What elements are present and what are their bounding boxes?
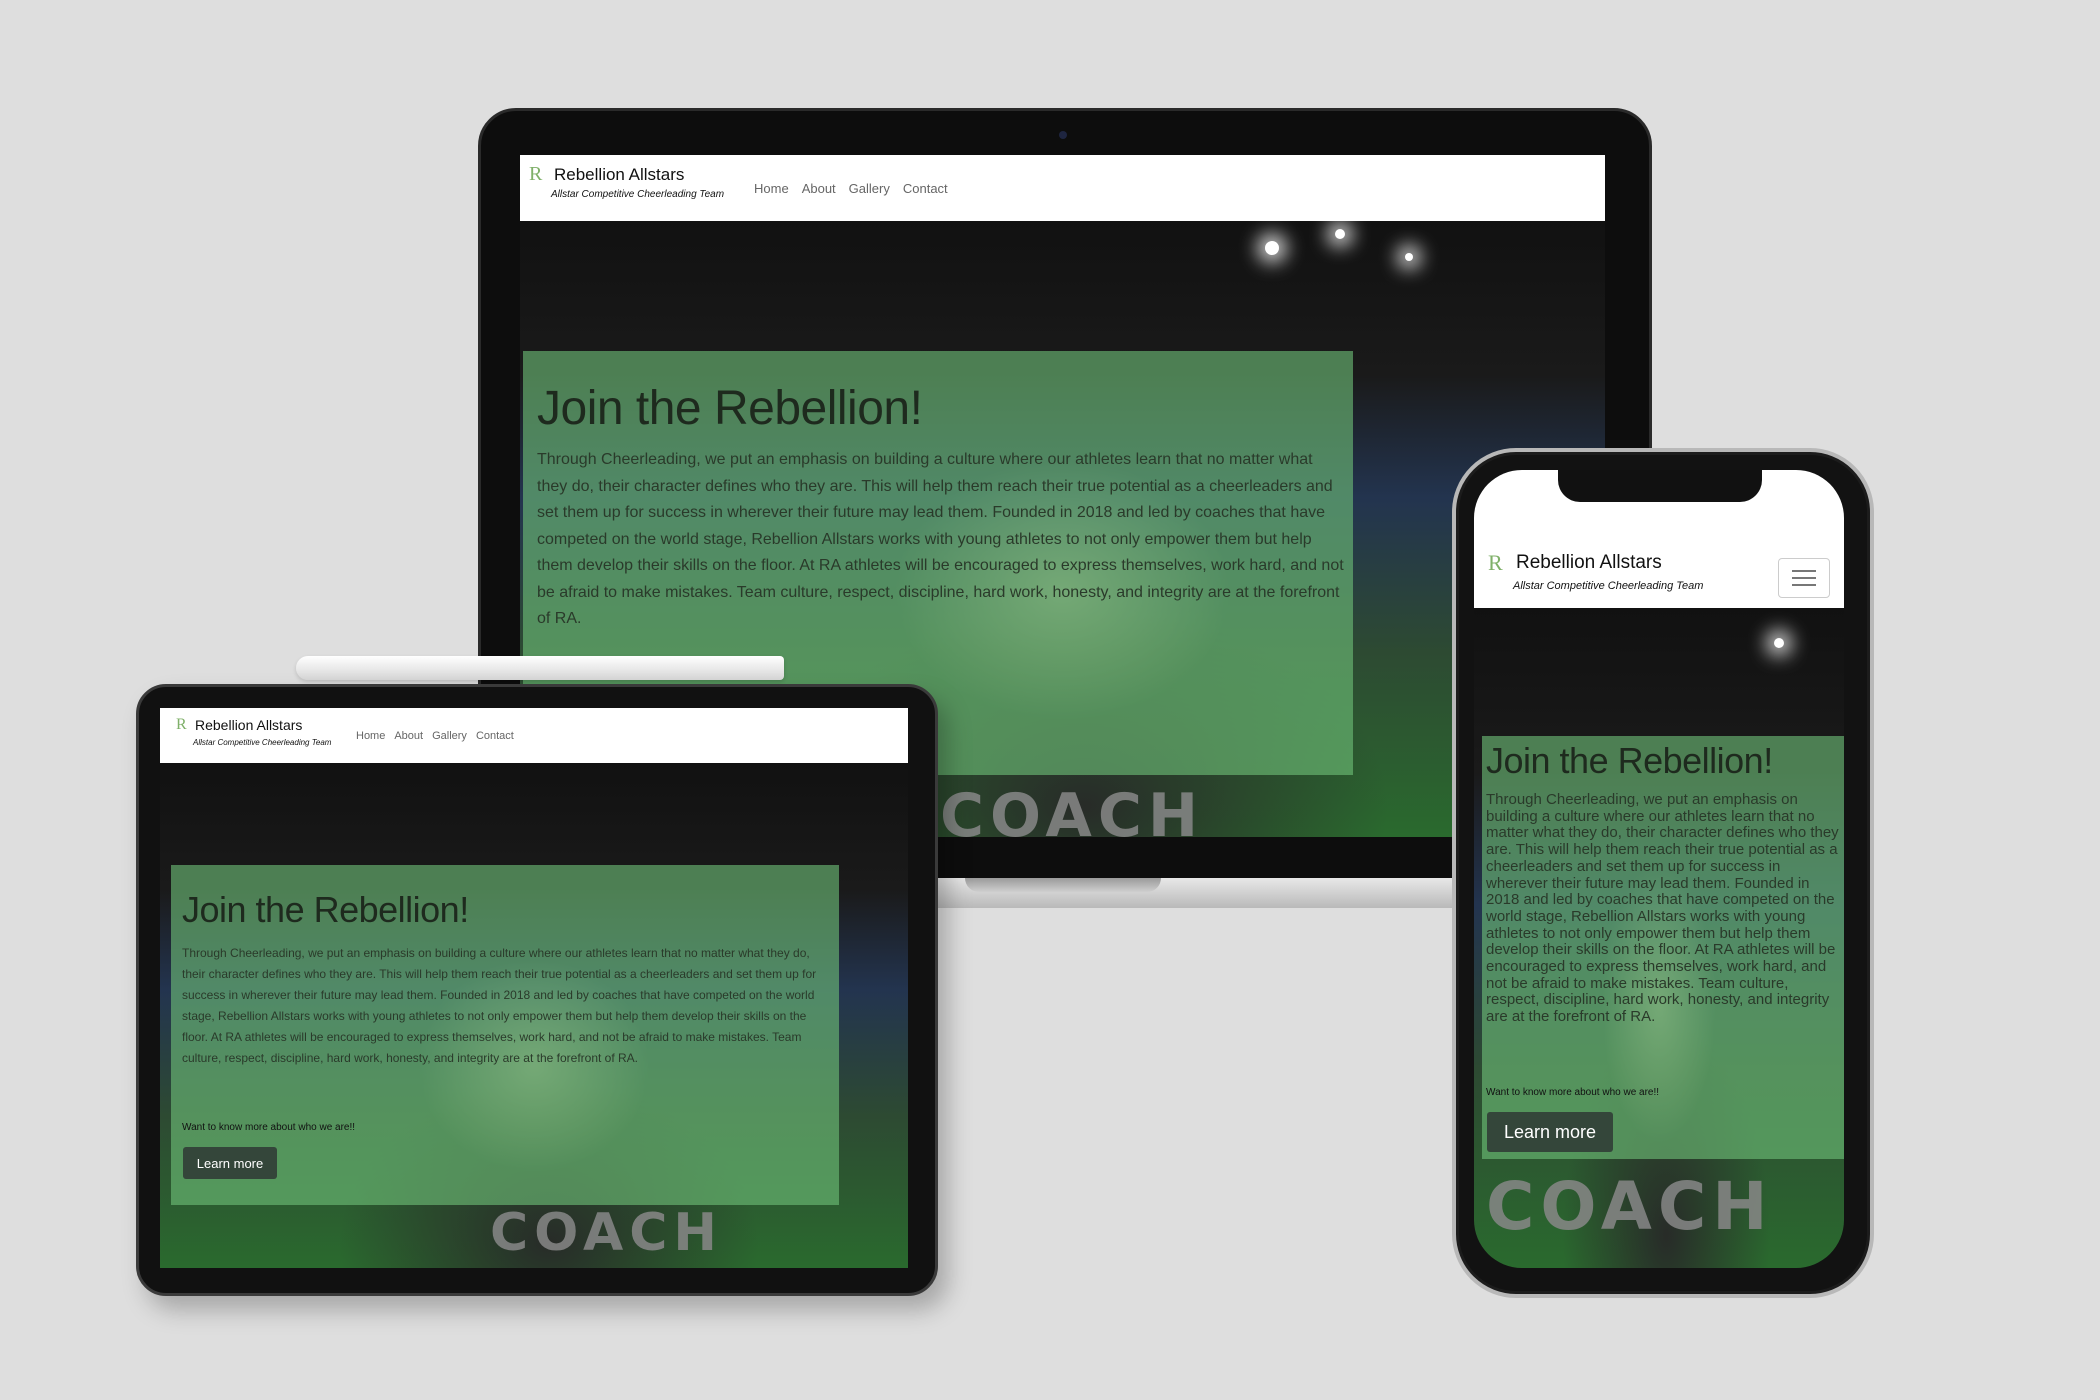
jacket-text: COACH (490, 1203, 723, 1263)
hero: COACH Join the Rebellion! Through Cheerl… (1474, 608, 1844, 1268)
tablet-screen: R Rebellion Allstars Allstar Competitive… (160, 708, 908, 1268)
laptop-camera (1059, 131, 1067, 139)
hero-title: Join the Rebellion! (1486, 740, 1773, 781)
hero-title: Join the Rebellion! (182, 889, 469, 930)
brand-logo-icon: R (176, 716, 187, 733)
stylus-pencil (296, 656, 784, 680)
brand[interactable]: R Rebellion Allstars Allstar Competitive… (520, 155, 740, 221)
laptop-notch (965, 878, 1161, 892)
cta-question: Want to know more about who we are!! (182, 1122, 356, 1133)
brand-name: Rebellion Allstars (195, 717, 303, 733)
navbar: R Rebellion Allstars Allstar Competitive… (520, 155, 1605, 221)
jacket-text: COACH (1486, 1168, 1774, 1245)
nav-links: Home About Gallery Contact (356, 730, 514, 742)
navbar: R Rebellion Allstars Allstar Competitive… (1474, 470, 1844, 608)
stadium-light (1265, 241, 1279, 255)
hero-body: Through Cheerleading, we put an emphasis… (537, 451, 1344, 627)
nav-contact[interactable]: Contact (476, 730, 514, 742)
cta-question: Want to know more about who we are!! (1486, 1087, 1660, 1098)
brand-name: Rebellion Allstars (554, 165, 685, 184)
hamburger-menu-button[interactable] (1778, 558, 1830, 598)
hero-title: Join the Rebellion! (537, 382, 923, 435)
nav-links: Home About Gallery Contact (754, 181, 948, 196)
nav-about[interactable]: About (394, 730, 423, 742)
nav-home[interactable]: Home (754, 181, 789, 196)
learn-more-button[interactable]: Learn more (183, 1147, 277, 1179)
learn-more-button[interactable]: Learn more (1487, 1112, 1613, 1152)
brand-name: Rebellion Allstars (1516, 552, 1662, 573)
hero-body: Through Cheerleading, we put an emphasis… (182, 946, 817, 1065)
stadium-light (1335, 229, 1345, 239)
nav-about[interactable]: About (802, 181, 836, 196)
brand-logo-icon: R (1488, 550, 1503, 575)
stadium-light (1405, 253, 1413, 261)
navbar: R Rebellion Allstars Allstar Competitive… (160, 708, 908, 763)
brand[interactable]: R Rebellion Allstars Allstar Competitive… (160, 708, 360, 763)
brand-tagline: Allstar Competitive Cheerleading Team (1513, 580, 1704, 592)
jacket-text: COACH (940, 781, 1205, 837)
brand-tagline: Allstar Competitive Cheerleading Team (193, 738, 332, 747)
hero: COACH Join the Rebellion! Through Cheerl… (160, 763, 908, 1268)
nav-home[interactable]: Home (356, 730, 385, 742)
nav-gallery[interactable]: Gallery (849, 181, 890, 196)
nav-gallery[interactable]: Gallery (432, 730, 467, 742)
brand-logo-icon: R (529, 163, 543, 185)
hero-body: Through Cheerleading, we put an emphasis… (1486, 791, 1839, 1026)
hero-panel: Join the Rebellion! Through Cheerleading… (171, 865, 839, 1205)
hamburger-icon (1792, 570, 1816, 586)
hero-panel: Join the Rebellion! Through Cheerleading… (1482, 736, 1844, 1159)
brand-tagline: Allstar Competitive Cheerleading Team (551, 189, 725, 200)
nav-contact[interactable]: Contact (903, 181, 948, 196)
phone-screen: R Rebellion Allstars Allstar Competitive… (1474, 470, 1844, 1268)
brand[interactable]: R Rebellion Allstars Allstar Competitive… (1474, 470, 1754, 608)
stadium-light (1774, 638, 1784, 648)
